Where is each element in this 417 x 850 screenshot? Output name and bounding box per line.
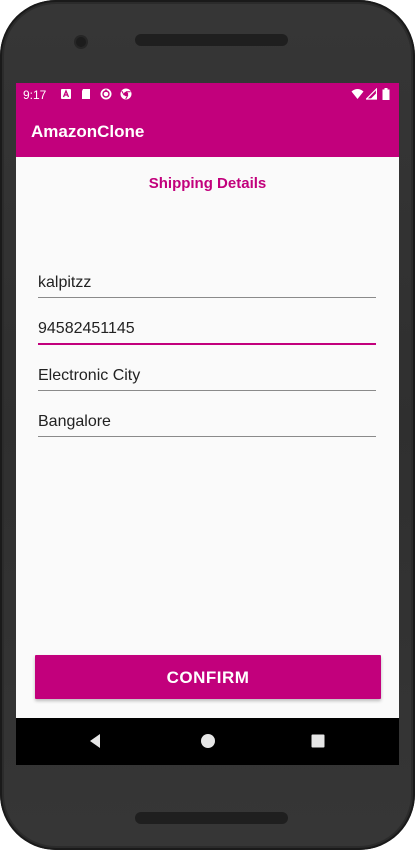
navigation-bar [16, 718, 399, 765]
address-input[interactable] [38, 366, 376, 386]
top-speaker [135, 34, 288, 46]
sync-icon [100, 88, 112, 100]
wifi-icon [351, 89, 364, 99]
a-icon [61, 89, 71, 99]
phone-frame: 9:17 AmazonClone Shipping Details kalpit… [0, 0, 415, 850]
recents-icon[interactable] [307, 730, 329, 752]
app-title: AmazonClone [31, 122, 145, 141]
address-field[interactable] [38, 358, 376, 391]
phone-input[interactable] [38, 319, 376, 339]
name-input[interactable] [38, 273, 376, 293]
sd-card-icon [82, 89, 90, 99]
phone-field[interactable] [38, 311, 376, 345]
chrome-icon [120, 88, 132, 100]
app-bar: AmazonClone [16, 107, 399, 157]
shipping-details-title: Shipping Details [148, 175, 267, 192]
confirm-button[interactable]: CONFIRM [35, 655, 381, 699]
status-bar: 9:17 [16, 83, 399, 107]
shipping-form: Shipping Details [16, 157, 399, 718]
status-time: 9:17 [23, 88, 47, 102]
city-input[interactable] [38, 412, 376, 432]
city-field[interactable] [38, 404, 376, 437]
phone-screen: 9:17 AmazonClone Shipping Details kalpit… [16, 83, 399, 765]
front-camera [76, 37, 86, 47]
back-icon[interactable] [85, 730, 107, 752]
name-field[interactable] [38, 265, 376, 298]
home-icon[interactable] [197, 730, 219, 752]
cell-signal-icon [366, 88, 377, 100]
battery-icon [382, 88, 390, 100]
bottom-speaker [135, 812, 288, 824]
